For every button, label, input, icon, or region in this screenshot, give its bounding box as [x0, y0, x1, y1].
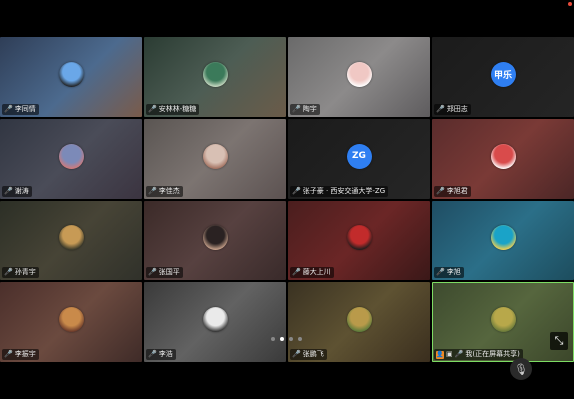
participant-avatar — [346, 225, 372, 251]
participant-name: 安林林-糖糖 — [158, 104, 197, 113]
participant-name-bar: 🎤 陶宇 — [290, 103, 320, 115]
participant-name-bar: 🎤 张鹏飞 — [290, 349, 327, 360]
microphone-icon: 🎤 — [148, 186, 157, 195]
participant-tile[interactable]: 🎤 谢涛 — [0, 118, 142, 199]
page-dot[interactable] — [280, 337, 284, 341]
participant-name: 李振宇 — [14, 350, 36, 358]
participant-name-bar: 🎤 李佳杰 — [146, 185, 183, 197]
page-dot[interactable] — [298, 337, 302, 341]
microphone-icon: 🎙 — [514, 362, 528, 376]
participant-name-bar: 🎤 张子豪 · 西安交通大学-ZG — [290, 185, 389, 197]
participant-name-bar: 🎤 谢涛 — [2, 185, 32, 197]
participant-avatar — [202, 61, 228, 87]
microphone-icon: 🎤 — [454, 350, 464, 358]
video-grid: 🎤 李同情 🎤 安林林-糖糖 🎤 陶宇 甲乐 🎤 郑田志 🎤 谢涛 🎤 李佳杰 ZG 🎤 张子豪 · 西安交通… — [0, 37, 574, 362]
participant-name-bar: 🎤 李旭 — [434, 267, 464, 279]
participant-name: 谢涛 — [14, 186, 29, 195]
participant-name-bar: 🎤 李旭君 — [434, 185, 471, 197]
participant-avatar — [202, 307, 228, 333]
participant-tile[interactable]: 🎤 李浩 — [144, 282, 286, 362]
participant-tile[interactable]: 🎤 李振宇 — [0, 282, 142, 362]
participant-tile[interactable]: 甲乐 🎤 郑田志 — [432, 37, 574, 117]
microphone-icon: 🎤 — [292, 104, 301, 113]
microphone-icon: 🎤 — [292, 186, 301, 195]
page-dot[interactable] — [271, 337, 275, 341]
participant-tile[interactable]: 👤 ▣ 🎤 我(正在屏幕共享) ⤡ — [432, 282, 574, 362]
participant-name: 李浩 — [158, 350, 173, 358]
participant-name: 孙青宇 — [14, 268, 36, 277]
page-dot[interactable] — [289, 337, 293, 341]
microphone-icon: 🎤 — [292, 350, 301, 358]
participant-tile[interactable]: 🎤 安林林-糖糖 — [144, 37, 286, 117]
participant-tile[interactable]: 🎤 李旭 — [432, 200, 574, 281]
participant-tile[interactable]: 🎤 陶宇 — [288, 37, 430, 117]
screen-share-icon: ▣ — [446, 350, 453, 358]
participant-avatar — [490, 307, 516, 333]
expand-button[interactable]: ⤡ — [550, 332, 568, 350]
participant-avatar — [58, 61, 84, 87]
microphone-icon: 🎤 — [4, 186, 13, 195]
participant-name-bar: 👤 ▣ 🎤 我(正在屏幕共享) — [434, 349, 523, 360]
participant-name: 李旭 — [446, 268, 461, 277]
participant-tile[interactable]: 🎤 张鹏飞 — [288, 282, 430, 362]
participant-avatar — [202, 143, 228, 169]
microphone-icon: 🎤 — [4, 104, 13, 113]
status-dot — [568, 2, 572, 6]
participant-name-bar: 🎤 张国平 — [146, 267, 183, 279]
participant-tile[interactable]: 🎤 李旭君 — [432, 118, 574, 199]
participant-name: 李旭君 — [446, 186, 468, 195]
microphone-icon: 🎤 — [148, 104, 157, 113]
participant-avatar: 甲乐 — [490, 61, 516, 87]
participant-name-bar: 🎤 孙青宇 — [2, 267, 39, 279]
participant-name: 李同情 — [14, 104, 36, 113]
page-indicator — [271, 337, 302, 341]
microphone-icon: 🎤 — [148, 350, 157, 358]
participant-avatar — [202, 225, 228, 251]
participant-name-bar: 🎤 李浩 — [146, 349, 176, 360]
microphone-icon: 🎤 — [4, 268, 13, 277]
participant-tile[interactable]: 🎤 李同情 — [0, 37, 142, 117]
microphone-icon: 🎤 — [292, 268, 301, 277]
participant-avatar — [346, 61, 372, 87]
participant-name-bar: 🎤 李同情 — [2, 103, 39, 115]
participant-name-bar: 🎤 安林林-糖糖 — [146, 103, 200, 115]
participant-name: 郑田志 — [446, 104, 468, 113]
participant-tile[interactable]: ZG 🎤 张子豪 · 西安交通大学-ZG — [288, 118, 430, 199]
host-icon: 👤 — [436, 350, 444, 359]
microphone-icon: 🎤 — [436, 104, 445, 113]
participant-avatar: ZG — [346, 143, 372, 169]
participant-avatar — [490, 225, 516, 251]
expand-icon: ⤡ — [554, 334, 564, 347]
microphone-icon: 🎤 — [4, 350, 13, 358]
participant-name: 张子豪 · 西安交通大学-ZG — [302, 186, 386, 195]
participant-name: 张国平 — [158, 268, 180, 277]
participant-avatar — [346, 307, 372, 333]
participant-name: 陶宇 — [302, 104, 317, 113]
participant-tile[interactable]: 🎤 李佳杰 — [144, 118, 286, 199]
participant-tile[interactable]: 🎤 孙青宇 — [0, 200, 142, 281]
participant-name-bar: 🎤 郑田志 — [434, 103, 471, 115]
participant-name: 我(正在屏幕共享) — [465, 350, 520, 358]
participant-name-bar: 🎤 李振宇 — [2, 349, 39, 360]
participant-avatar — [490, 143, 516, 169]
participant-tile[interactable]: 🎤 张国平 — [144, 200, 286, 281]
participant-name: 藤大上川 — [302, 268, 331, 277]
microphone-icon: 🎤 — [436, 186, 445, 195]
participant-name-bar: 🎤 藤大上川 — [290, 267, 334, 279]
microphone-button[interactable]: 🎙 — [510, 358, 532, 380]
participant-avatar — [58, 307, 84, 333]
participant-avatar — [58, 225, 84, 251]
microphone-icon: 🎤 — [436, 268, 445, 277]
microphone-icon: 🎤 — [148, 268, 157, 277]
participant-name: 张鹏飞 — [302, 350, 324, 358]
participant-tile[interactable]: 🎤 藤大上川 — [288, 200, 430, 281]
participant-name: 李佳杰 — [158, 186, 180, 195]
participant-avatar — [58, 143, 84, 169]
